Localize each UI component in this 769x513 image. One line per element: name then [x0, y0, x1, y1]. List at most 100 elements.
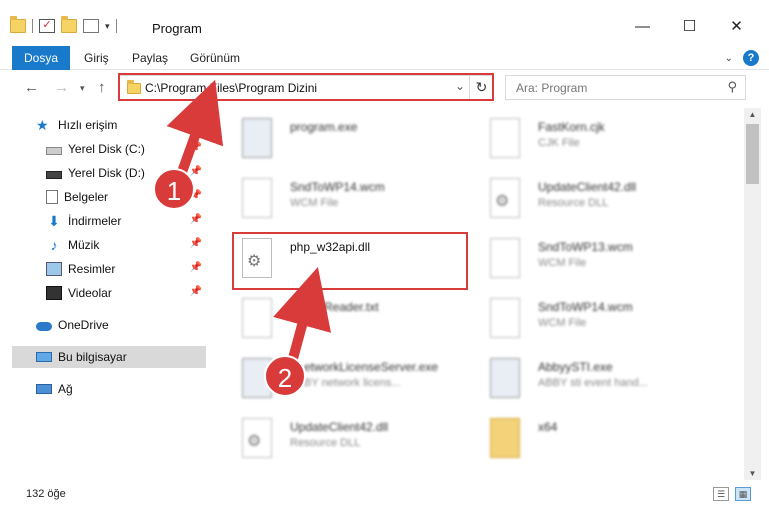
vertical-scrollbar[interactable]: ▲ ▼	[744, 108, 761, 480]
file-item[interactable]: etworkLicenseServer.exe BY network licen…	[220, 350, 450, 408]
exe-file-icon	[490, 358, 520, 398]
sidebar-item-onedrive[interactable]: OneDrive	[36, 314, 206, 336]
dll-gear-icon	[242, 418, 272, 458]
close-button[interactable]: ✕	[714, 12, 759, 42]
sidebar-item-label: Yerel Disk (C:)	[68, 142, 145, 156]
file-name: SndToWP13.wcm	[538, 240, 633, 254]
status-bar: 132 öğe ☰ ▦	[0, 482, 769, 513]
scroll-thumb[interactable]	[746, 124, 759, 184]
file-name: UpdateClient42.dll	[538, 180, 637, 194]
file-name: x64	[538, 420, 558, 434]
sidebar-item-pictures[interactable]: Resimler 📌	[46, 258, 206, 280]
quick-access-toolbar: ✓ ▾	[10, 16, 117, 33]
pin-icon[interactable]: 📌	[190, 238, 202, 249]
sidebar-item-label: Bu bilgisayar	[58, 350, 127, 364]
maximize-button[interactable]: ☐	[667, 12, 712, 42]
properties-check-icon[interactable]: ✓	[39, 19, 55, 33]
sidebar-item-downloads[interactable]: ⬇ İndirmeler 📌	[46, 210, 206, 232]
scroll-up-icon[interactable]: ▲	[744, 110, 761, 119]
file-item[interactable]: ineReader.txt T	[220, 290, 450, 348]
search-icon[interactable]: ⚲	[727, 79, 737, 95]
search-box[interactable]: Ara: Program ⚲	[505, 75, 746, 100]
file-item[interactable]: program.exe	[220, 110, 450, 168]
music-icon: ♪	[50, 237, 58, 253]
file-item[interactable]: FastKorn.cjk CJK File	[468, 110, 698, 168]
window-title: Program	[152, 21, 202, 36]
pin-icon[interactable]: 📌	[190, 214, 202, 225]
search-placeholder[interactable]: Ara: Program	[516, 81, 587, 95]
file-item[interactable]: AbbyySTI.exe ABBY sti event hand...	[468, 350, 698, 408]
folder-item[interactable]: x64	[468, 410, 698, 468]
file-item[interactable]: UpdateClient42.dll Resource DLL	[468, 170, 698, 228]
navigation-pane: ★ Hızlı erişim Yerel Disk (C:) 📌 Yerel D…	[12, 108, 208, 480]
pictures-icon	[46, 262, 62, 276]
sidebar-item-music[interactable]: ♪ Müzik 📌	[46, 234, 206, 256]
recent-locations-chevron-icon[interactable]: ▾	[80, 83, 85, 94]
file-type: ABBY sti event hand...	[538, 377, 648, 389]
sidebar-item-label: Müzik	[68, 238, 100, 252]
this-pc-icon	[36, 352, 52, 362]
view-switcher: ☰ ▦	[713, 487, 751, 501]
customize-icon[interactable]	[83, 19, 99, 33]
sidebar-item-quick-access[interactable]: ★ Hızlı erişim	[36, 114, 206, 136]
file-name: ineReader.txt	[308, 300, 379, 314]
file-icon	[490, 118, 520, 158]
tab-view[interactable]: Görünüm	[190, 46, 240, 70]
file-item[interactable]: SndToWP14.wcm WCM File	[468, 290, 698, 348]
pin-icon[interactable]: 📌	[190, 166, 202, 177]
sidebar-item-label: Ağ	[58, 382, 73, 396]
sidebar-item-label: Yerel Disk (D:)	[68, 166, 145, 180]
minimize-button[interactable]: —	[620, 12, 665, 42]
file-name: UpdateClient42.dll	[290, 420, 389, 434]
file-type: CJK File	[538, 137, 580, 149]
onedrive-icon	[36, 322, 52, 331]
file-type: WCM File	[538, 257, 587, 269]
file-type: T	[308, 317, 315, 329]
tab-home[interactable]: Giriş	[84, 46, 109, 70]
disk-icon	[46, 170, 62, 179]
file-name: FastKorn.cjk	[538, 120, 605, 134]
expand-ribbon-icon[interactable]: ⌄	[725, 53, 733, 64]
file-type: WCM File	[290, 197, 339, 209]
file-item[interactable]: SndToWP13.wcm WCM File	[468, 230, 698, 288]
details-view-icon[interactable]: ☰	[713, 487, 729, 501]
downloads-icon: ⬇	[48, 213, 60, 229]
pin-icon[interactable]: 📌	[190, 142, 202, 153]
up-arrow-icon[interactable]: ↑	[98, 79, 106, 96]
file-type: BY network licens...	[304, 377, 401, 389]
videos-icon	[46, 286, 62, 300]
file-item[interactable]: SndToWP14.wcm WCM File	[220, 170, 450, 228]
back-arrow-icon[interactable]: ←	[24, 79, 39, 96]
large-icons-view-icon[interactable]: ▦	[735, 487, 751, 501]
chevron-down-icon[interactable]: ▾	[105, 21, 110, 32]
file-list: program.exe SndToWP14.wcm WCM File php_w…	[210, 108, 740, 480]
folder-icon	[10, 16, 26, 33]
help-icon[interactable]: ?	[743, 50, 759, 66]
sidebar-item-label: Belgeler	[64, 190, 109, 204]
pin-icon[interactable]: 📌	[190, 286, 202, 297]
callout-badge-2: 2	[264, 355, 306, 397]
sidebar-item-label: İndirmeler	[68, 214, 122, 228]
sidebar-item-label: Hızlı erişim	[58, 118, 118, 132]
disk-icon	[46, 146, 62, 155]
file-highlight-box	[232, 232, 468, 290]
item-count: 132 öğe	[26, 488, 66, 500]
sidebar-item-this-pc[interactable]: Bu bilgisayar	[12, 346, 206, 368]
sidebar-item-network[interactable]: Ağ	[36, 378, 206, 400]
scroll-down-icon[interactable]: ▼	[744, 469, 761, 478]
sidebar-item-videos[interactable]: Videolar 📌	[46, 282, 206, 304]
sidebar-item-disk-c[interactable]: Yerel Disk (C:) 📌	[46, 138, 206, 160]
sidebar-item-label: Videolar	[68, 286, 112, 300]
tab-share[interactable]: Paylaş	[132, 46, 168, 70]
address-highlight-box	[118, 73, 494, 101]
dll-gear-icon	[490, 178, 520, 218]
file-name: etworkLicenseServer.exe	[304, 360, 439, 374]
pin-icon[interactable]: 📌	[190, 262, 202, 273]
file-item[interactable]: UpdateClient42.dll Resource DLL	[220, 410, 450, 468]
sidebar-item-label: Resimler	[68, 262, 116, 276]
forward-arrow-icon[interactable]: →	[54, 79, 69, 96]
title-bar: ✓ ▾ Program — ☐ ✕	[0, 0, 769, 46]
star-icon: ★	[36, 117, 49, 133]
new-folder-icon[interactable]	[61, 16, 77, 33]
callout-badge-1: 1	[153, 168, 195, 210]
